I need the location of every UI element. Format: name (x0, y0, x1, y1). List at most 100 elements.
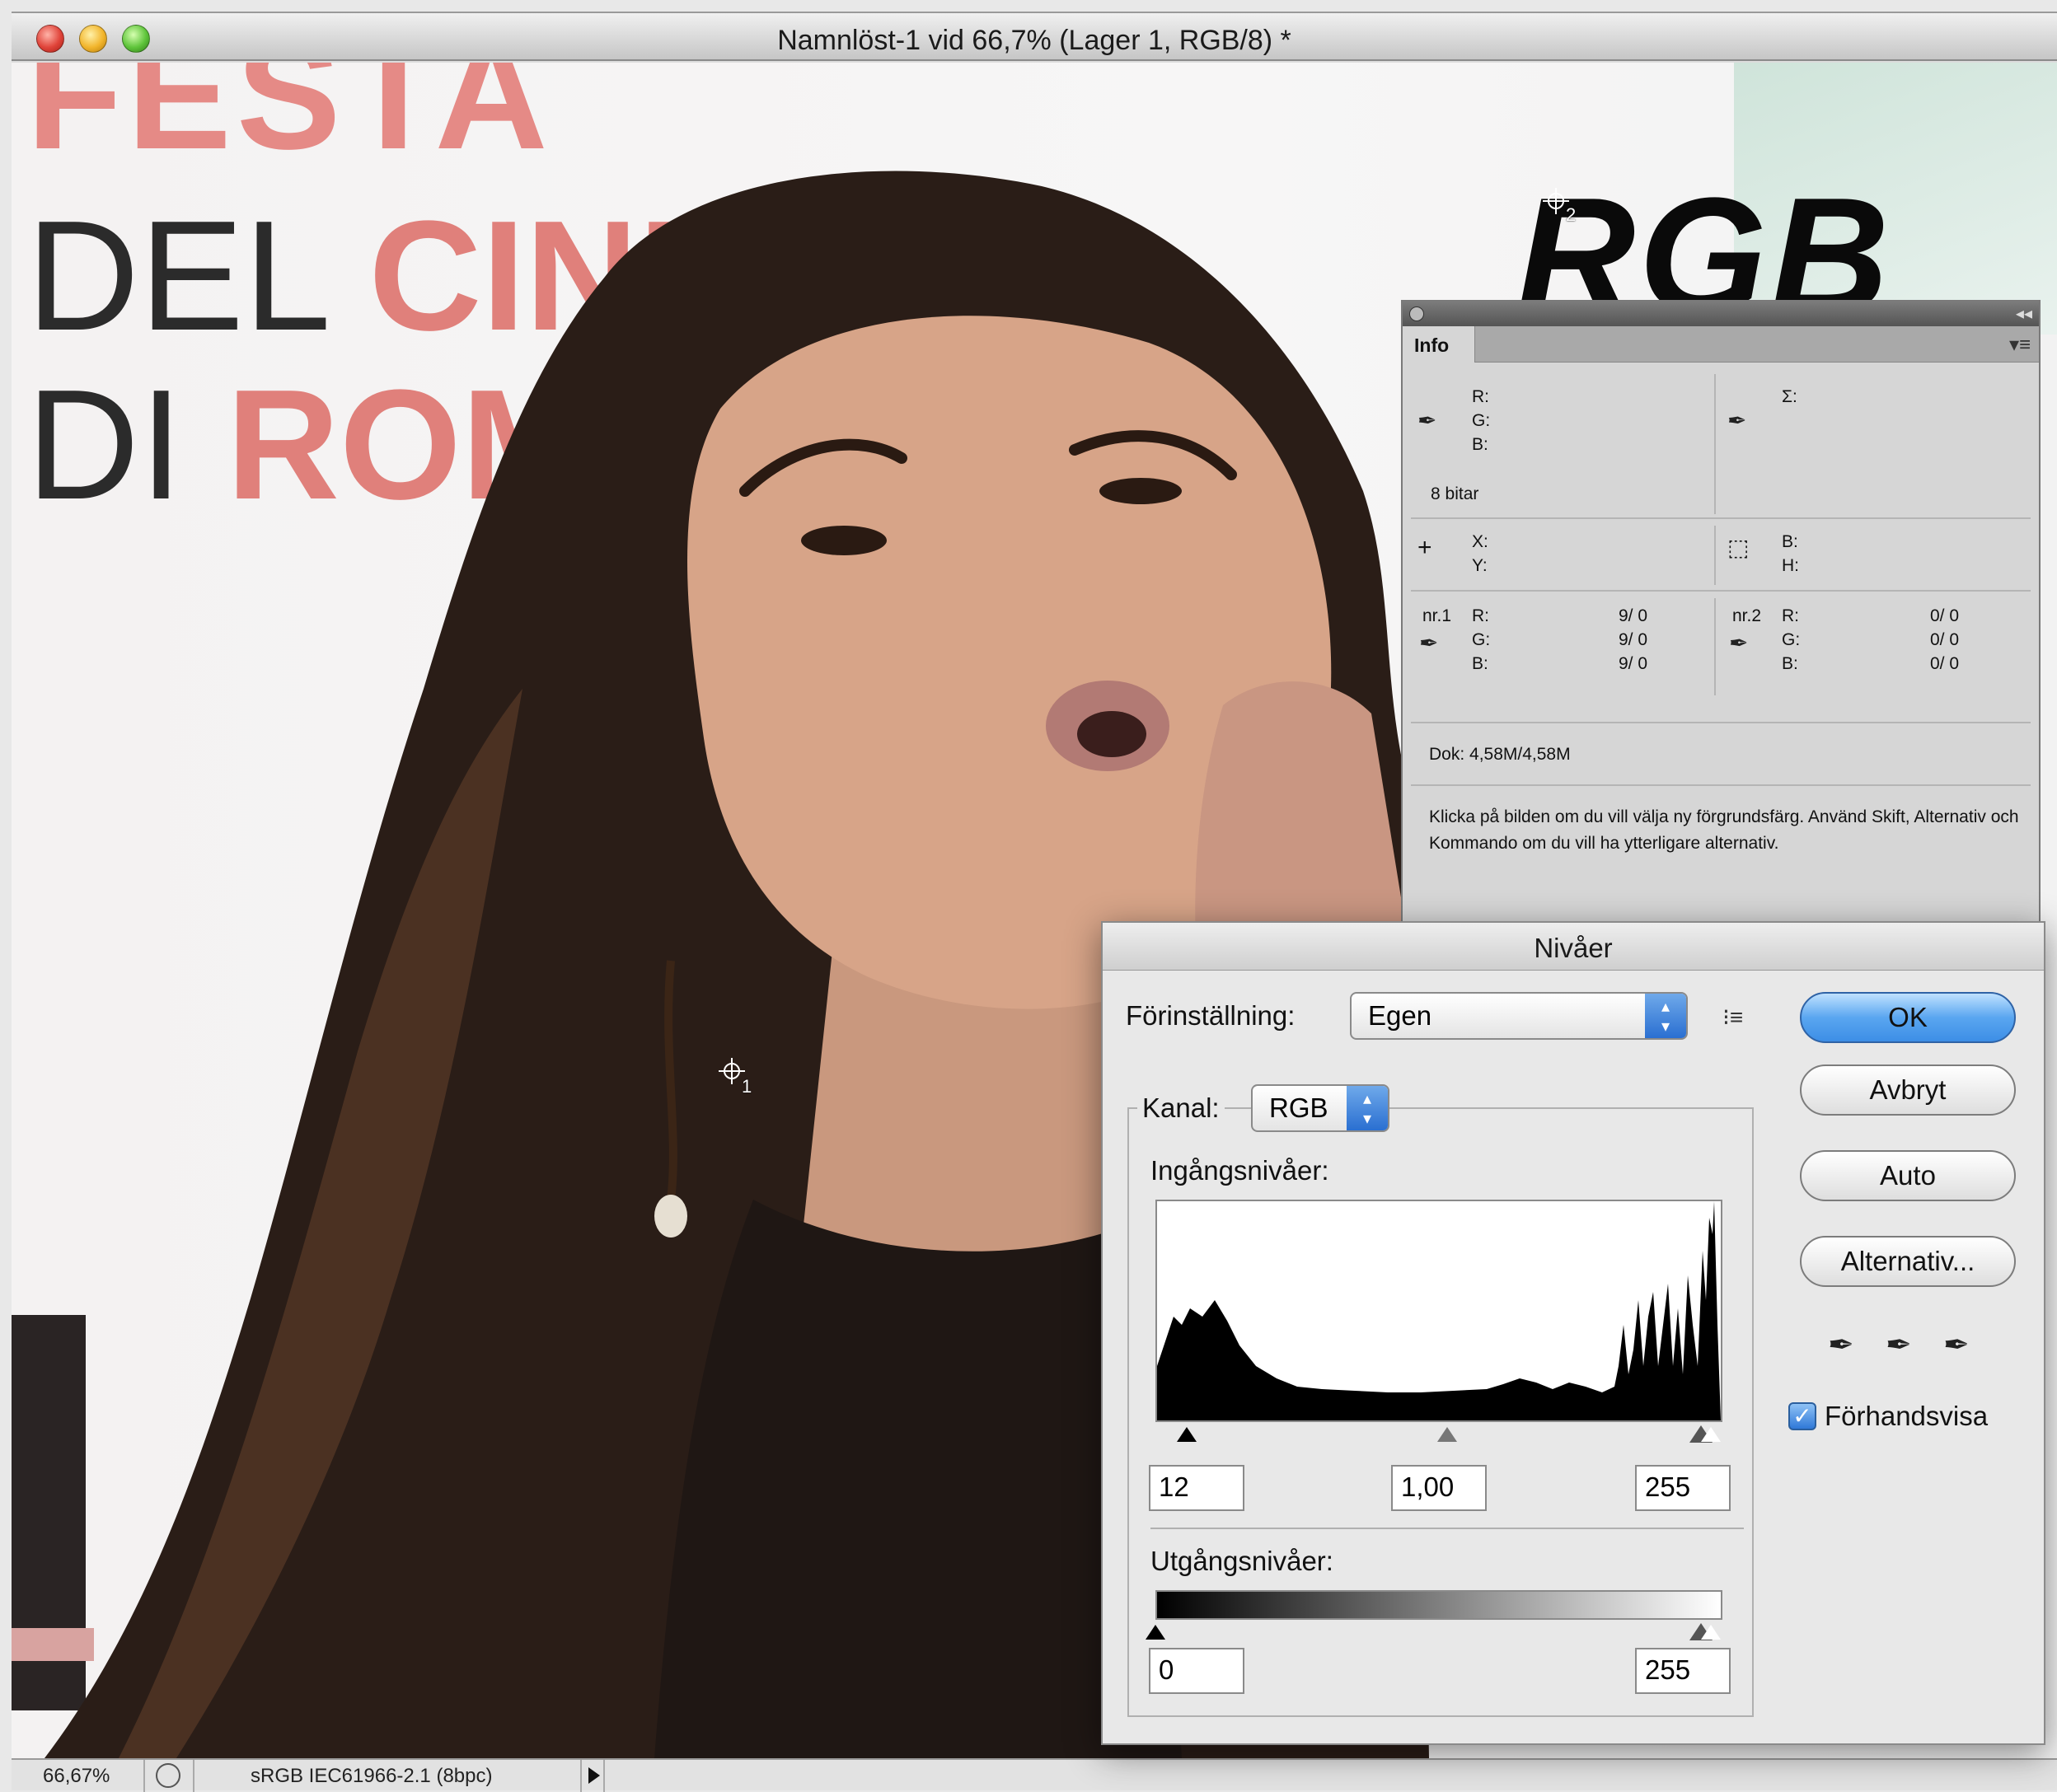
sampler-2-name: nr.2 (1732, 606, 1762, 625)
info-divider (1714, 374, 1716, 514)
info-panel: ◂◂ Info ▾≡ ✒ R: G: B: 8 bitar ✒ Σ: + X: … (1401, 300, 2041, 934)
bit-depth-readout: 8 bitar (1431, 484, 1479, 503)
preset-list-icon[interactable]: ⁝≡ (1722, 1004, 1743, 1031)
window-titlebar[interactable]: Namnlöst-1 vid 66,7% (Lager 1, RGB/8) * (12, 12, 2057, 61)
sampler-2-label-r: R: (1782, 606, 1799, 625)
eyedropper-icon: ✒ (1729, 630, 1749, 656)
levels-divider (1150, 1528, 1744, 1529)
width-label: B: (1782, 532, 1798, 551)
histogram-graph (1157, 1201, 1721, 1420)
gray-slider-handle (1437, 1427, 1457, 1442)
black-slider-handle (1177, 1427, 1197, 1442)
black-point-eyedropper-icon[interactable]: ✒ (1828, 1326, 1854, 1364)
popup-stepper-icon: ▴ ▾ (1347, 1086, 1388, 1130)
info-divider (1411, 590, 2031, 592)
sampler-1-name: nr.1 (1422, 606, 1452, 625)
document-size-readout: Dok: 4,58M/4,58M (1429, 745, 1571, 764)
sampler-1-label-r: R: (1472, 606, 1489, 625)
preset-dropdown[interactable]: Egen ▴ ▾ (1350, 992, 1688, 1040)
sigma-label: Σ: (1782, 387, 1797, 406)
input-gamma-field[interactable]: 1,00 (1391, 1465, 1487, 1511)
zoom-readout[interactable]: 66,67% (43, 1765, 110, 1788)
sampler-1-label: 1 (742, 1076, 752, 1097)
dialog-title: Nivåer (1534, 933, 1613, 963)
crosshair-icon: + (1417, 534, 1432, 561)
eyedropper-icon: ✒ (1417, 408, 1437, 433)
popup-stepper-icon: ▴ ▾ (1645, 994, 1686, 1038)
panel-close-button[interactable] (1409, 306, 1424, 321)
sampler-1-label-g: G: (1472, 630, 1491, 649)
white-slider-handle (1701, 1625, 1721, 1640)
eyedropper-icon: ✒ (1419, 630, 1439, 656)
checkmark-icon: ✓ (1792, 1403, 1812, 1429)
window-title: Namnlöst-1 vid 66,7% (Lager 1, RGB/8) * (777, 25, 1291, 56)
y-label: Y: (1472, 556, 1488, 575)
output-levels-label: Utgångsnivåer: (1150, 1546, 1333, 1576)
sampler-2-label: 2 (1566, 204, 1577, 225)
sampler-2-value-r: 0/ 0 (1930, 606, 1960, 625)
histogram-shape (1157, 1201, 1721, 1420)
x-label: X: (1472, 532, 1488, 551)
cancel-button[interactable]: Avbryt (1800, 1064, 2016, 1116)
portrait-pearl (654, 1195, 687, 1238)
input-black-field[interactable]: 12 (1149, 1465, 1244, 1511)
input-levels-label: Ingångsnivåer: (1150, 1155, 1329, 1186)
height-label: H: (1782, 556, 1799, 575)
input-white-field[interactable]: 255 (1635, 1465, 1731, 1511)
info-help-text: Klicka på bilden om du vill välja ny för… (1429, 807, 2019, 853)
levels-dialog: Nivåer Förinställning: Egen ▴ ▾ ⁝≡ OK Avb… (1101, 921, 2045, 1745)
tab-info[interactable]: Info (1403, 326, 1475, 363)
status-info-icon[interactable] (156, 1763, 180, 1788)
rgb-label-b: B: (1472, 435, 1488, 454)
status-divider (143, 1760, 145, 1792)
sampler-2-label-g: G: (1782, 630, 1801, 649)
white-point-eyedropper-icon[interactable]: ✒ (1943, 1326, 1970, 1364)
sampler-2-value-b: 0/ 0 (1930, 654, 1960, 673)
status-bar: 66,67% sRGB IEC61966-2.1 (8bpc) (12, 1758, 2057, 1792)
eyedropper-icon: ✒ (1727, 408, 1747, 433)
status-menu-arrow-icon[interactable] (580, 1760, 605, 1792)
histogram (1155, 1200, 1722, 1422)
portrait-mouth-inner (1077, 711, 1146, 757)
portrait-eye-right (1099, 478, 1182, 504)
selection-size-icon: ⬚ (1727, 535, 1750, 560)
sampler-1-value-r: 9/ 0 (1619, 606, 1648, 625)
preview-label: Förhandsvisa (1825, 1401, 1989, 1431)
sampler-1-value-g: 9/ 0 (1619, 630, 1648, 649)
color-profile-readout: sRGB IEC61966-2.1 (8bpc) (251, 1765, 493, 1787)
gray-point-eyedropper-icon[interactable]: ✒ (1886, 1326, 1912, 1364)
info-divider (1411, 722, 2031, 723)
sampler-2-value-g: 0/ 0 (1930, 630, 1960, 649)
channel-dropdown[interactable]: RGB ▴ ▾ (1251, 1084, 1389, 1132)
color-sampler-1[interactable]: 1 (719, 1058, 757, 1097)
info-divider (1411, 517, 2031, 519)
sampler-2-label-b: B: (1782, 654, 1798, 673)
color-sampler-2[interactable]: 2 (1543, 188, 1581, 226)
collapse-panel-icon[interactable]: ◂◂ (2016, 303, 2032, 324)
sampler-1-label-b: B: (1472, 654, 1488, 673)
output-white-field[interactable]: 255 (1635, 1648, 1731, 1694)
info-panel-header[interactable]: ◂◂ (1403, 302, 2039, 326)
channel-label: Kanal: (1137, 1093, 1225, 1124)
ok-button[interactable]: OK (1800, 992, 2016, 1043)
black-slider-handle (1146, 1625, 1165, 1640)
info-tabbar: Info ▾≡ (1403, 326, 2039, 363)
rgb-label-g: G: (1472, 411, 1491, 430)
portrait-eye-left (801, 526, 887, 555)
preset-value: Egen (1368, 1000, 1432, 1031)
auto-button[interactable]: Auto (1800, 1150, 2016, 1201)
info-divider (1714, 598, 1716, 695)
dialog-titlebar[interactable]: Nivåer (1103, 923, 2044, 971)
portrait-earring (664, 960, 677, 1200)
preview-checkbox[interactable]: ✓ (1788, 1402, 1816, 1430)
white-slider-handle (1701, 1427, 1721, 1442)
rgb-label-r: R: (1472, 387, 1489, 406)
panel-menu-icon[interactable]: ▾≡ (2009, 333, 2031, 357)
sampler-1-value-b: 9/ 0 (1619, 654, 1648, 673)
info-divider (1714, 526, 1716, 585)
output-gradient (1155, 1590, 1722, 1620)
status-divider (193, 1760, 194, 1792)
preset-label: Förinställning: (1126, 1000, 1296, 1031)
options-button[interactable]: Alternativ... (1800, 1236, 2016, 1287)
output-black-field[interactable]: 0 (1149, 1648, 1244, 1694)
